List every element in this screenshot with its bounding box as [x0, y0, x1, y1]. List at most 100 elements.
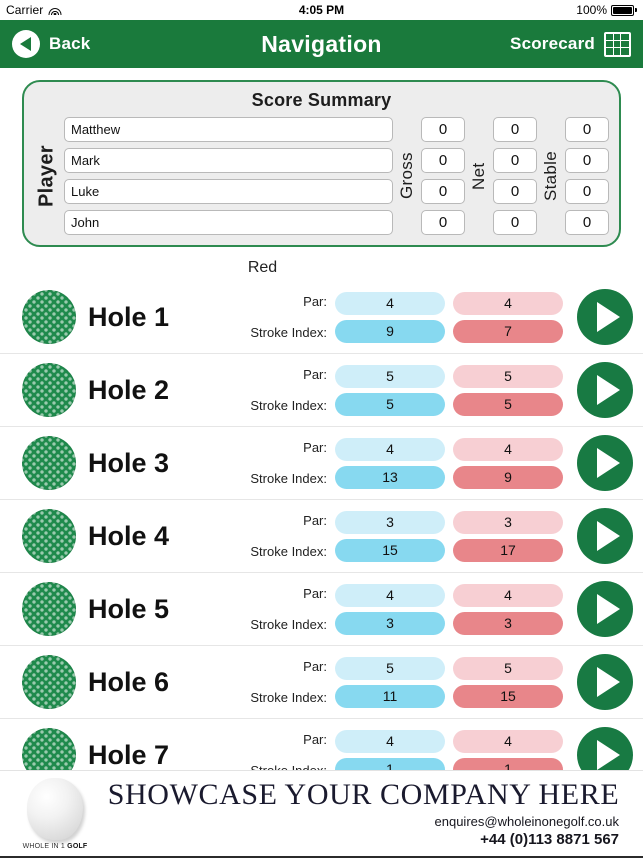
- hole-name-label: Hole 7: [88, 739, 170, 770]
- gross-score-value[interactable]: 0: [421, 117, 465, 142]
- stroke-index-value-white: 9: [335, 319, 445, 343]
- status-bar-time: 4:05 PM: [298, 3, 345, 17]
- play-arrow-icon: [597, 740, 620, 770]
- par-label: Par:: [303, 586, 327, 601]
- back-button[interactable]: Back: [12, 30, 90, 58]
- hole-stat-labels: Par: Stroke Index:: [250, 363, 335, 417]
- golf-ball-icon: [22, 290, 76, 344]
- net-score-value[interactable]: 0: [493, 148, 537, 173]
- hole-stat-labels: Par: Stroke Index:: [250, 290, 335, 344]
- play-arrow-icon: [597, 521, 620, 551]
- net-score-column: 0 0 0 0: [493, 117, 537, 235]
- white-tee-stats: 4 13: [335, 437, 445, 489]
- par-label: Par:: [303, 367, 327, 382]
- score-summary-body: Player Matthew Mark Luke John Gross 0 0 …: [34, 117, 609, 235]
- par-label: Par:: [303, 732, 327, 747]
- stable-score-value[interactable]: 0: [565, 179, 609, 204]
- golf-ball-icon: [22, 509, 76, 563]
- par-value-white: 4: [335, 583, 445, 607]
- hole-play-button[interactable]: [577, 508, 633, 564]
- score-summary-panel: Score Summary Player Matthew Mark Luke J…: [22, 80, 621, 247]
- stroke-index-value-red: 15: [453, 684, 563, 708]
- par-value-red: 4: [453, 437, 563, 461]
- golf-ball-logo-icon: [27, 777, 83, 840]
- logo-caption: WHOLE IN 1 GOLF: [18, 843, 92, 850]
- white-tee-stats: 4 3: [335, 583, 445, 635]
- stable-score-column: 0 0 0 0: [565, 117, 609, 235]
- par-label: Par:: [303, 659, 327, 674]
- stroke-index-value-white: 5: [335, 392, 445, 416]
- hole-play-button[interactable]: [577, 289, 633, 345]
- scorecard-button-label: Scorecard: [510, 34, 595, 53]
- golf-ball-icon: [22, 436, 76, 490]
- hole-stat-labels: Par: Stroke Index:: [250, 655, 335, 709]
- stroke-index-value-white: 13: [335, 465, 445, 489]
- hole-row[interactable]: Hole 1 Par: Stroke Index: 4 9 4 7: [0, 281, 643, 354]
- hole-name-label: Hole 5: [88, 593, 170, 624]
- play-arrow-icon: [597, 302, 620, 332]
- player-name-input[interactable]: Luke: [64, 179, 393, 204]
- stable-score-value[interactable]: 0: [565, 210, 609, 235]
- hole-stat-labels: Par: Stroke Index:: [250, 436, 335, 490]
- hole-list[interactable]: Hole 1 Par: Stroke Index: 4 9 4 7 Hole 2…: [0, 281, 643, 792]
- advertisement-banner[interactable]: WHOLE IN 1 GOLF SHOWCASE YOUR COMPANY HE…: [0, 770, 643, 858]
- net-score-value[interactable]: 0: [493, 179, 537, 204]
- stroke-index-value-red: 17: [453, 538, 563, 562]
- gross-score-value[interactable]: 0: [421, 179, 465, 204]
- hole-row[interactable]: Hole 2 Par: Stroke Index: 5 5 5 5: [0, 354, 643, 427]
- gross-score-value[interactable]: 0: [421, 148, 465, 173]
- hole-play-button[interactable]: [577, 435, 633, 491]
- gross-score-column: 0 0 0 0: [421, 117, 465, 235]
- par-label: Par:: [303, 440, 327, 455]
- stroke-index-label: Stroke Index:: [250, 617, 327, 632]
- par-label: Par:: [303, 294, 327, 309]
- hole-name-label: Hole 3: [88, 447, 170, 478]
- stroke-index-label: Stroke Index:: [250, 398, 327, 413]
- player-column-label: Player: [35, 145, 58, 207]
- hole-stat-labels: Par: Stroke Index:: [250, 582, 335, 636]
- net-score-value[interactable]: 0: [493, 210, 537, 235]
- white-tee-stats: 5 11: [335, 656, 445, 708]
- par-value-white: 4: [335, 729, 445, 753]
- banner-email[interactable]: enquires@wholeinonegolf.co.uk: [98, 814, 619, 829]
- player-name-input[interactable]: Matthew: [64, 117, 393, 142]
- red-tee-stats: 5 15: [453, 656, 563, 708]
- play-arrow-icon: [597, 375, 620, 405]
- red-tee-stats: 4 9: [453, 437, 563, 489]
- scorecard-button[interactable]: Scorecard: [510, 31, 631, 57]
- hole-play-button[interactable]: [577, 654, 633, 710]
- hole-row[interactable]: Hole 5 Par: Stroke Index: 4 3 4 3: [0, 573, 643, 646]
- stable-score-value[interactable]: 0: [565, 117, 609, 142]
- hole-name-label: Hole 4: [88, 520, 170, 551]
- hole-play-button[interactable]: [577, 362, 633, 418]
- hole-name-label: Hole 2: [88, 374, 170, 405]
- hole-row[interactable]: Hole 4 Par: Stroke Index: 3 15 3 17: [0, 500, 643, 573]
- gross-score-value[interactable]: 0: [421, 210, 465, 235]
- player-name-input[interactable]: Mark: [64, 148, 393, 173]
- tee-color-header: Red: [0, 259, 643, 277]
- hole-play-button[interactable]: [577, 581, 633, 637]
- stroke-index-label: Stroke Index:: [250, 471, 327, 486]
- stroke-index-value-white: 11: [335, 684, 445, 708]
- app-screen: Carrier 4:05 PM 100% Back Navigation Sco…: [0, 0, 643, 858]
- red-tee-stats: 3 17: [453, 510, 563, 562]
- stable-column-label: Stable: [541, 151, 560, 202]
- par-value-white: 4: [335, 291, 445, 315]
- navigation-bar: Back Navigation Scorecard: [0, 20, 643, 68]
- player-name-input[interactable]: John: [64, 210, 393, 235]
- golf-ball-icon: [22, 655, 76, 709]
- hole-name-label: Hole 1: [88, 301, 170, 332]
- hole-row[interactable]: Hole 3 Par: Stroke Index: 4 13 4 9: [0, 427, 643, 500]
- stable-score-value[interactable]: 0: [565, 148, 609, 173]
- par-value-white: 4: [335, 437, 445, 461]
- net-score-value[interactable]: 0: [493, 117, 537, 142]
- hole-row[interactable]: Hole 6 Par: Stroke Index: 5 11 5 15: [0, 646, 643, 719]
- par-value-white: 5: [335, 364, 445, 388]
- par-value-red: 5: [453, 656, 563, 680]
- par-value-red: 4: [453, 729, 563, 753]
- par-value-red: 5: [453, 364, 563, 388]
- hole-name-label: Hole 6: [88, 666, 170, 697]
- banner-phone[interactable]: +44 (0)113 8871 567: [98, 831, 619, 848]
- par-value-red: 4: [453, 291, 563, 315]
- score-summary-title: Score Summary: [251, 90, 392, 110]
